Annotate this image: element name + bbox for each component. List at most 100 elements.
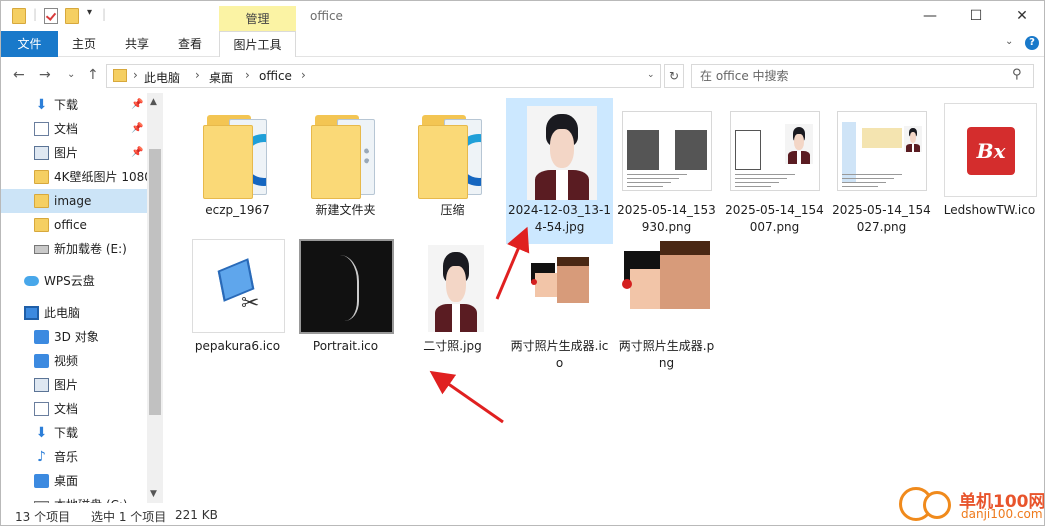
music-icon: ♪	[37, 449, 46, 465]
file-item[interactable]: 2025-05-14_154007.png	[721, 98, 828, 244]
nav-item-label: WPS云盘	[44, 274, 95, 288]
nav-item-label: 图片	[54, 146, 79, 160]
nav-item-label: 下载	[54, 426, 79, 440]
nav-item[interactable]: ♪ 音乐	[1, 445, 149, 469]
new-folder-icon[interactable]	[65, 8, 79, 24]
nav-item[interactable]: WPS云盘	[1, 269, 149, 293]
help-icon[interactable]: ?	[1025, 36, 1039, 50]
face	[557, 261, 589, 303]
address-bar[interactable]: › 此电脑 › 桌面 › office › ⌄	[106, 64, 661, 88]
address-dropdown-icon[interactable]: ⌄	[647, 70, 655, 80]
file-item[interactable]: 两寸照片生成器.png	[613, 234, 720, 380]
block	[735, 130, 761, 170]
nav-item[interactable]: image	[1, 189, 149, 213]
manage-context-tab[interactable]: 管理	[219, 6, 296, 32]
text-line	[627, 186, 663, 187]
pin-icon[interactable]: 📌	[131, 93, 143, 117]
chevron-right-icon: ›	[301, 68, 306, 82]
window-title: office	[310, 9, 343, 23]
file-item[interactable]: Portrait.ico	[292, 234, 399, 380]
nav-item[interactable]: 文档 📌	[1, 117, 149, 141]
pin-icon[interactable]: 📌	[131, 117, 143, 141]
recent-dropdown-icon[interactable]: ⌄	[67, 69, 75, 80]
file-thumbnail	[835, 103, 928, 199]
file-thumbnail	[299, 103, 392, 199]
file-item[interactable]: Bx LedshowTW.ico	[936, 98, 1043, 244]
forward-icon[interactable]: →	[39, 67, 51, 83]
chevron-right-icon: ›	[245, 68, 250, 82]
nav-item[interactable]: 4K壁纸图片 1080	[1, 165, 149, 189]
nav-item-label: 3D 对象	[54, 330, 99, 344]
refresh-button[interactable]: ↻	[664, 64, 684, 88]
tab-home[interactable]: 主页	[58, 31, 110, 57]
nav-item[interactable]: office	[1, 213, 149, 237]
nav-item[interactable]: 桌面	[1, 469, 149, 493]
nav-item[interactable]: 3D 对象	[1, 325, 149, 349]
tab-share[interactable]: 共享	[110, 31, 164, 57]
file-item[interactable]: 2025-05-14_153930.png	[613, 98, 720, 244]
search-input[interactable]	[700, 68, 1000, 84]
file-name: 两寸照片生成器.ico	[510, 339, 609, 370]
shirt	[796, 151, 802, 164]
maximize-button[interactable]: ☐	[953, 1, 999, 31]
screenshot-thumbnail	[837, 111, 927, 191]
back-icon[interactable]: ←	[13, 67, 25, 83]
file-list: eczp_1967 新建文件夹 压缩 2024-12-03_13-14-54.jpg 2…	[163, 93, 1044, 503]
face	[535, 273, 557, 297]
folder-icon	[203, 125, 253, 199]
tab-picture-tools[interactable]: 图片工具	[219, 31, 296, 57]
file-item[interactable]: 压缩	[399, 98, 506, 244]
nav-item[interactable]: 视频	[1, 349, 149, 373]
tab-file[interactable]: 文件	[1, 31, 58, 57]
tab-view[interactable]: 查看	[164, 31, 216, 57]
nav-item[interactable]: 此电脑	[1, 301, 149, 325]
file-item[interactable]: 2025-05-14_154027.png	[828, 98, 935, 244]
folder-icon	[34, 218, 49, 232]
block	[627, 130, 659, 170]
nav-item[interactable]: ⬇ 下载 📌	[1, 93, 149, 117]
text-line	[627, 178, 679, 179]
scroll-down-icon[interactable]: ▼	[150, 489, 157, 499]
folder-icon	[418, 125, 468, 199]
watermark-logo-icon	[923, 491, 951, 519]
breadcrumb-office[interactable]: office	[259, 69, 292, 83]
portrait-photo	[428, 245, 484, 332]
scroll-up-icon[interactable]: ▲	[150, 97, 157, 107]
file-item[interactable]: 2024-12-03_13-14-54.jpg	[506, 98, 613, 244]
file-item[interactable]: 两寸照片生成器.ico	[506, 234, 613, 380]
file-item[interactable]: eczp_1967	[184, 98, 291, 244]
search-box[interactable]: ⚲	[691, 64, 1034, 88]
customize-toolbar-icon[interactable]: ▾	[87, 7, 92, 18]
text-line	[735, 178, 787, 179]
minimize-button[interactable]: —	[907, 1, 953, 31]
pictures-icon	[34, 146, 49, 160]
file-thumbnail: Bx	[943, 103, 1037, 199]
nav-scrollbar-thumb[interactable]	[149, 149, 161, 415]
file-item[interactable]: ✂ pepakura6.ico	[184, 234, 291, 380]
text-line	[735, 174, 795, 175]
pin-icon[interactable]: 📌	[131, 141, 143, 165]
file-name: LedshowTW.ico	[943, 203, 1036, 217]
text-line	[842, 178, 894, 179]
nav-item-label: 4K壁纸图片 1080	[54, 170, 149, 184]
file-item[interactable]: 二寸照.jpg	[399, 234, 506, 380]
text-line	[735, 182, 779, 183]
nav-item[interactable]: 新加载卷 (E:)	[1, 237, 149, 261]
up-icon[interactable]: ↑	[87, 67, 99, 83]
watermark: 单机100网 danji100.com	[897, 485, 1044, 525]
collapse-ribbon-icon[interactable]: ⌄	[1005, 36, 1013, 47]
video-icon	[34, 354, 49, 368]
file-item[interactable]: 新建文件夹	[292, 98, 399, 244]
breadcrumb-desktop[interactable]: 桌面	[209, 69, 233, 86]
nav-item[interactable]: ⬇ 下载	[1, 421, 149, 445]
properties-icon[interactable]	[44, 8, 58, 24]
nav-item[interactable]: 图片	[1, 373, 149, 397]
breadcrumb-this-pc[interactable]: 此电脑	[144, 69, 180, 86]
nav-item[interactable]: 文档	[1, 397, 149, 421]
nav-item[interactable]: 图片 📌	[1, 141, 149, 165]
nav-item-label: 文档	[54, 122, 79, 136]
portrait-photo	[785, 124, 813, 164]
drive-icon	[34, 245, 49, 254]
close-button[interactable]: ✕	[999, 1, 1044, 31]
block	[862, 128, 902, 148]
